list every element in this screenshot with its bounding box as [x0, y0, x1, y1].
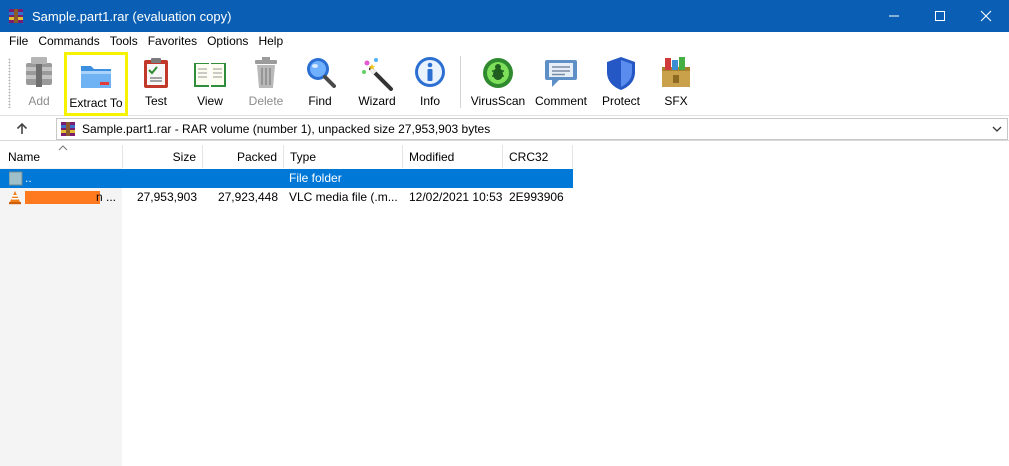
column-packed-label: Packed [236, 149, 277, 164]
file-packed: 27,923,448 [217, 190, 278, 204]
up-button[interactable] [0, 117, 44, 141]
file-size: 27,953,903 [136, 190, 197, 204]
maximize-icon [935, 11, 945, 21]
vlc-cone-icon [8, 190, 22, 205]
file-name: n ... [96, 190, 117, 204]
menu-favorites[interactable]: Favorites [143, 32, 202, 50]
wizard-button[interactable]: Wizard [354, 53, 400, 111]
trash-delete-icon [248, 55, 284, 91]
winrar-app-icon[interactable] [8, 8, 24, 24]
column-header-type[interactable]: Type [284, 145, 403, 168]
sort-ascending-icon [58, 145, 68, 151]
file-crc32: 2E993906 [509, 190, 564, 204]
menu-commands[interactable]: Commands [33, 32, 104, 50]
menu-file[interactable]: File [4, 32, 33, 50]
wizard-label: Wizard [358, 94, 396, 108]
view-label: View [197, 94, 223, 108]
menu-help[interactable]: Help [253, 32, 288, 50]
info-button[interactable]: Info [412, 53, 448, 111]
add-label: Add [28, 94, 50, 108]
file-modified: 12/02/2021 10:53 [409, 190, 503, 204]
comment-button[interactable]: Comment [532, 53, 590, 111]
view-button[interactable]: View [187, 53, 233, 111]
speech-bubble-comment-icon [543, 55, 579, 91]
toolbar-grip[interactable] [8, 58, 11, 108]
file-name: .. [25, 171, 32, 185]
menu-bar: File Commands Tools Favorites Options He… [0, 32, 1009, 50]
close-button[interactable] [963, 0, 1009, 32]
chevron-down-icon[interactable] [991, 123, 1003, 135]
archive-add-icon [21, 55, 57, 91]
protect-label: Protect [601, 94, 640, 108]
extract-to-label: Extract To [69, 96, 123, 110]
protect-button[interactable]: Protect [598, 53, 644, 111]
maximize-button[interactable] [917, 0, 963, 32]
virusscan-button[interactable]: VirusScan [470, 53, 526, 111]
package-sfx-icon [658, 55, 694, 91]
column-type-label: Type [290, 149, 317, 164]
menu-options[interactable]: Options [202, 32, 253, 50]
info-icon [412, 55, 448, 91]
column-crc32-label: CRC32 [509, 149, 549, 164]
name-column-shade [0, 168, 122, 466]
test-button[interactable]: Test [136, 53, 176, 111]
minimize-button[interactable] [871, 0, 917, 32]
test-label: Test [144, 94, 167, 108]
column-header-modified[interactable]: Modified [403, 145, 503, 168]
folder-extract-icon [78, 57, 114, 93]
shield-protect-icon [603, 55, 639, 91]
sfx-label: SFX [664, 94, 688, 108]
find-label: Find [308, 94, 332, 108]
file-type: VLC media file (.m... [289, 190, 398, 204]
window-title: Sample.part1.rar (evaluation copy) [32, 8, 232, 24]
column-size-label: Size [172, 149, 196, 164]
add-button[interactable]: Add [18, 53, 60, 111]
magic-wand-wizard-icon [359, 55, 395, 91]
toolbar: Add Extract To Test View Delete Find Wiz… [0, 50, 1009, 116]
magnifier-find-icon [302, 55, 338, 91]
menu-tools[interactable]: Tools [105, 32, 143, 50]
address-bar: Sample.part1.rar - RAR volume (number 1)… [0, 117, 1009, 141]
table-row[interactable]: .. File folder [0, 169, 573, 188]
column-header-packed[interactable]: Packed [203, 145, 284, 168]
minimize-icon [889, 15, 899, 17]
redacted-filename [25, 191, 100, 204]
sfx-button[interactable]: SFX [655, 53, 697, 111]
delete-label: Delete [248, 94, 284, 108]
virusscan-label: VirusScan [470, 94, 526, 108]
column-modified-label: Modified [409, 149, 455, 164]
rar-archive-icon [60, 121, 76, 137]
column-header-size[interactable]: Size [123, 145, 203, 168]
column-name-label: Name [8, 149, 41, 164]
table-row[interactable]: n ... 27,953,903 27,923,448 VLC media fi… [0, 188, 573, 207]
file-list[interactable]: Name Size Packed Type Modified CRC32 .. … [0, 142, 1009, 466]
file-type: File folder [289, 171, 342, 185]
column-header-name[interactable]: Name [0, 145, 123, 168]
arrow-up-icon [16, 122, 28, 134]
bug-virusscan-icon [480, 55, 516, 91]
clipboard-test-icon [138, 55, 174, 91]
find-button[interactable]: Find [300, 53, 340, 111]
toolbar-separator [460, 56, 461, 108]
folder-icon [8, 171, 23, 186]
title-bar[interactable]: Sample.part1.rar (evaluation copy) [0, 0, 1009, 32]
column-header-crc32[interactable]: CRC32 [503, 145, 573, 168]
info-label: Info [419, 94, 440, 108]
close-icon [980, 10, 992, 22]
delete-button[interactable]: Delete [245, 53, 287, 111]
archive-path-text: Sample.part1.rar - RAR volume (number 1)… [82, 122, 491, 136]
comment-label: Comment [534, 94, 587, 108]
path-combobox[interactable]: Sample.part1.rar - RAR volume (number 1)… [56, 118, 1008, 140]
extract-to-button[interactable]: Extract To [64, 52, 128, 116]
book-view-icon [192, 55, 228, 91]
